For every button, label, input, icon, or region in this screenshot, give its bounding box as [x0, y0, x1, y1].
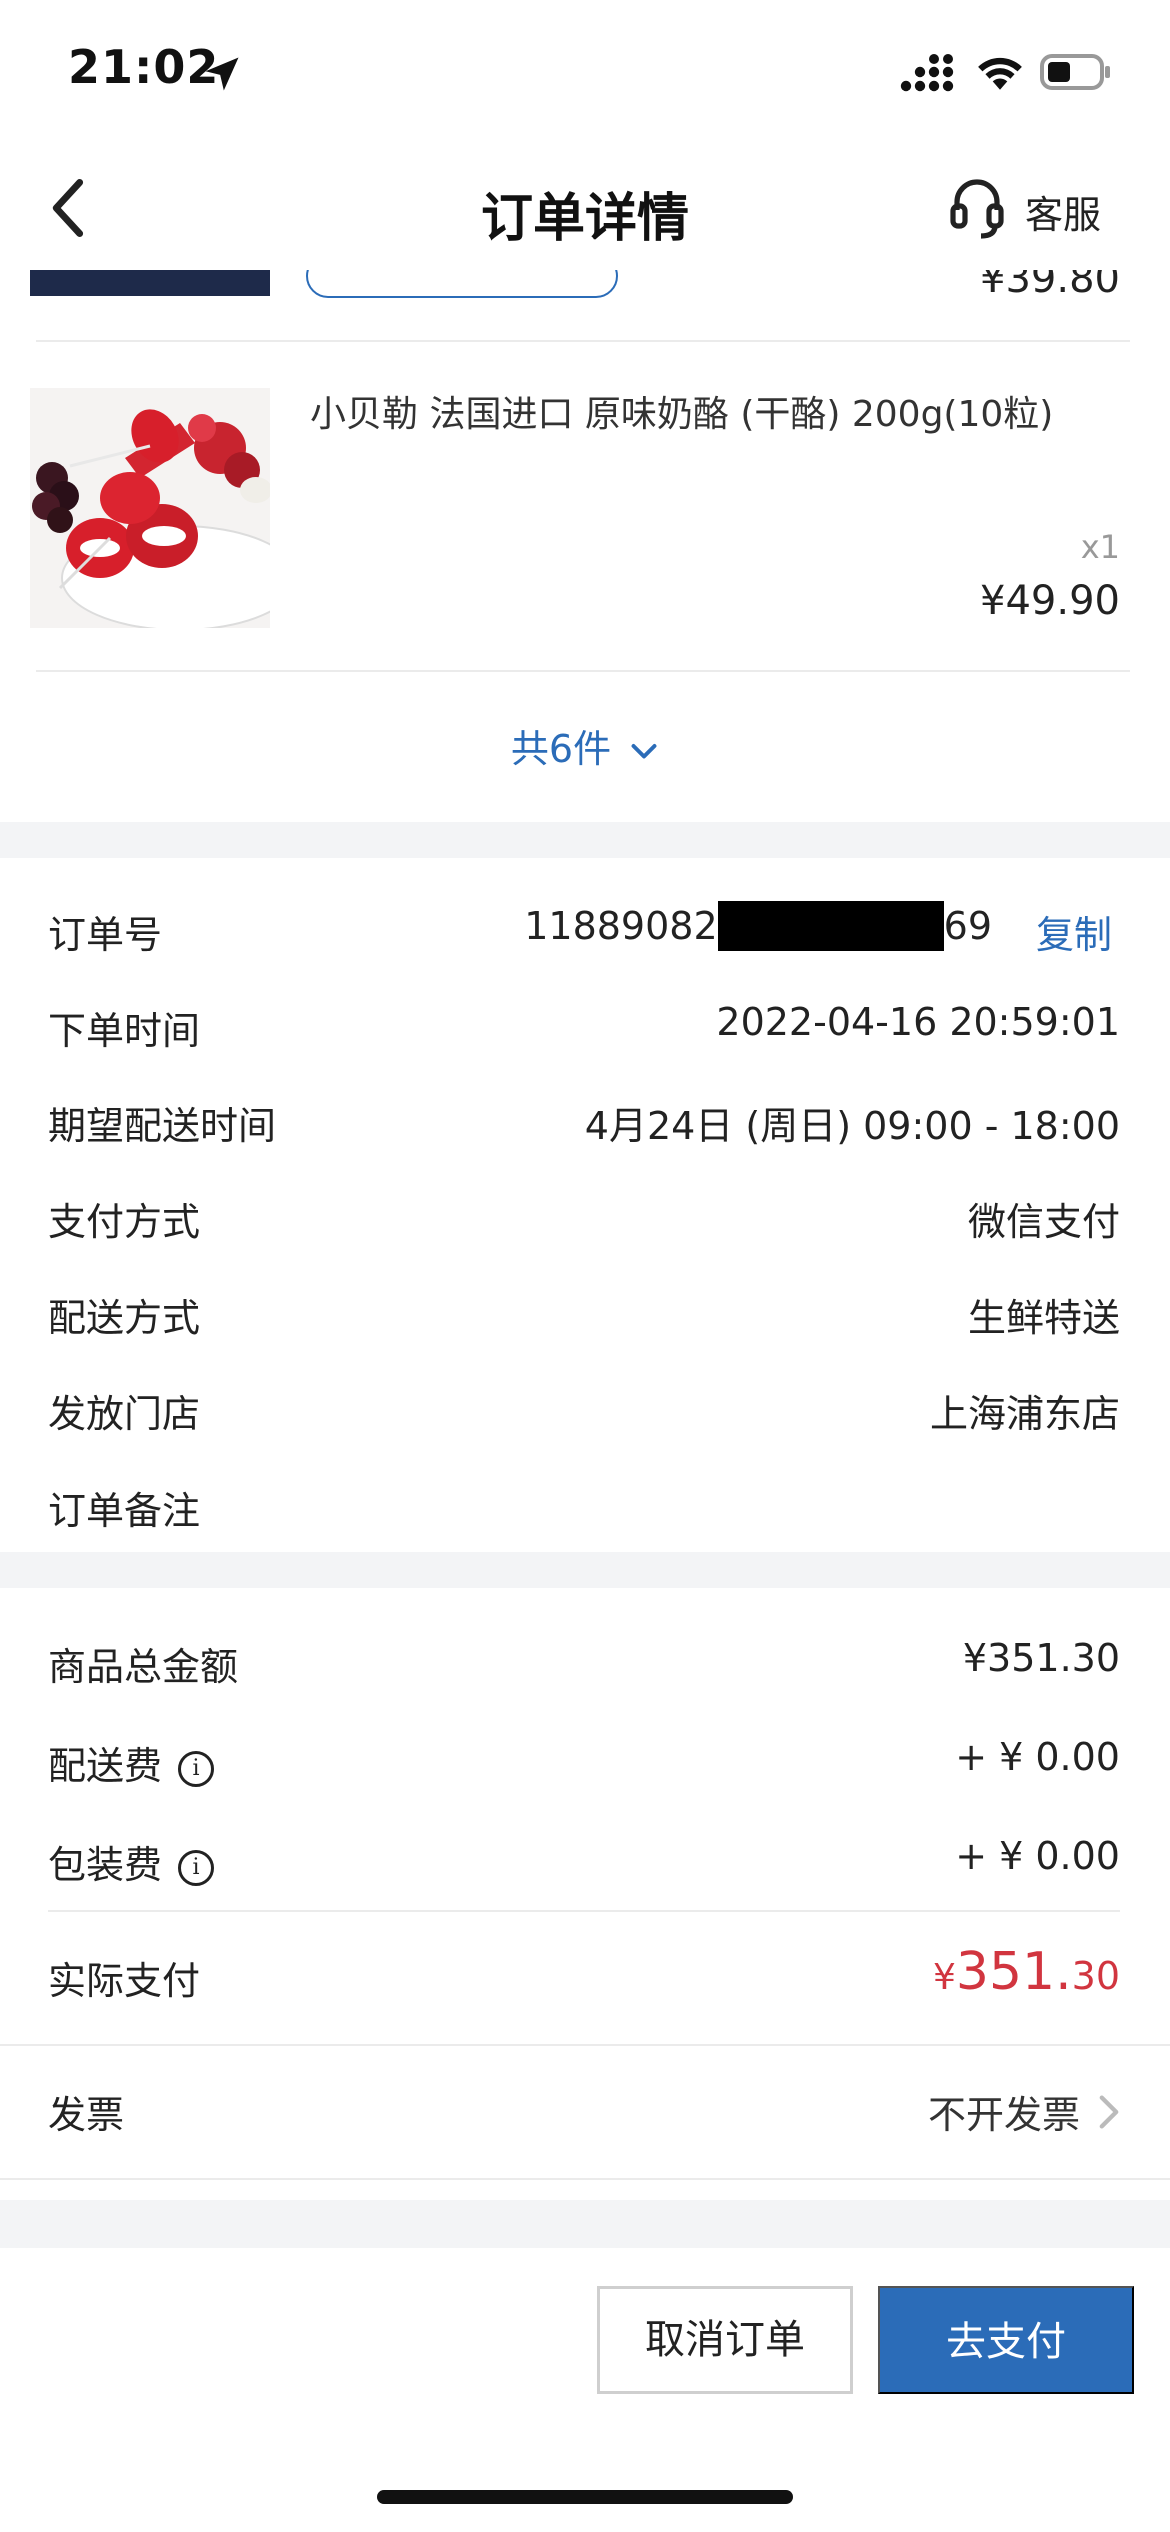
- expected-delivery-value: 4月24日 (周日) 09:00 - 18:00: [584, 1104, 1120, 1148]
- order-number-row: 订单号 11889082 69 复制: [0, 884, 1170, 974]
- order-number-value: 11889082 69: [524, 900, 992, 951]
- battery-icon: [1040, 54, 1110, 90]
- packing-fee-label: 包装费: [48, 1843, 163, 1887]
- order-time-value: 2022-04-16 20:59:01: [716, 1000, 1120, 1044]
- product-price: ¥49.90: [980, 578, 1120, 624]
- product-price: ¥39.80: [980, 270, 1120, 302]
- divider: [0, 2044, 1170, 2046]
- delivery-fee-row: 配送费 i + ¥ 0.00: [0, 1715, 1170, 1805]
- return-policy-badge: [306, 270, 618, 298]
- customer-service-label[interactable]: 客服: [1025, 184, 1101, 239]
- invoice-row[interactable]: 发票 不开发票: [0, 2064, 1170, 2154]
- headset-icon[interactable]: [948, 176, 1006, 240]
- cellular-signal-icon: [900, 54, 954, 92]
- section-separator: [0, 822, 1170, 858]
- order-number-suffix: 69: [943, 904, 992, 948]
- payment-method-row: 支付方式 微信支付: [0, 1171, 1170, 1261]
- invoice-label: 发票: [48, 2093, 125, 2137]
- amount-integer: 351.: [955, 1942, 1072, 2002]
- divider: [0, 2178, 1170, 2180]
- product-name: 小贝勒 法国进口 原味奶酪 (干酪) 200g(10粒): [310, 394, 1054, 435]
- redaction-mask: [717, 900, 944, 951]
- chevron-right-icon: [1099, 2095, 1119, 2129]
- order-remark-label: 订单备注: [48, 1489, 201, 1533]
- info-icon[interactable]: i: [178, 1750, 215, 1787]
- location-arrow-icon: [205, 57, 239, 91]
- bottom-action-bar: 取消订单 去支付: [0, 2248, 1170, 2532]
- product-quantity: x1: [1080, 528, 1120, 566]
- order-time-row: 下单时间 2022-04-16 20:59:01: [0, 980, 1170, 1070]
- store-value: 上海浦东店: [929, 1392, 1120, 1436]
- info-icon[interactable]: i: [178, 1849, 215, 1886]
- product-row[interactable]: 小贝勒 法国进口 原味奶酪 (干酪) 200g(10粒) x1 ¥49.90: [0, 342, 1170, 672]
- payment-method-label: 支付方式: [48, 1200, 201, 1244]
- payment-method-value: 微信支付: [967, 1200, 1120, 1244]
- order-number-prefix: 11889082: [524, 904, 718, 948]
- store-label: 发放门店: [48, 1392, 201, 1436]
- order-number-label: 订单号: [48, 913, 163, 957]
- cancel-order-button[interactable]: 取消订单: [597, 2286, 853, 2394]
- order-remark-row: 订单备注: [0, 1460, 1170, 1550]
- status-bar: 21:02: [0, 0, 1170, 140]
- section-separator: [0, 2200, 1170, 2248]
- pay-button[interactable]: 去支付: [878, 2286, 1134, 2394]
- partial-product-row: ¥39.80: [0, 270, 1170, 340]
- delivery-method-row: 配送方式 生鲜特送: [0, 1267, 1170, 1357]
- delivery-fee-value: + ¥ 0.00: [955, 1735, 1120, 1779]
- goods-total-value: ¥351.30: [962, 1636, 1120, 1680]
- packing-fee-row: 包装费 i + ¥ 0.00: [0, 1814, 1170, 1904]
- packing-fee-value: + ¥ 0.00: [955, 1834, 1120, 1878]
- delivery-method-label: 配送方式: [48, 1296, 201, 1340]
- divider: [48, 1910, 1120, 1912]
- delivery-method-value: 生鲜特送: [967, 1296, 1120, 1340]
- store-row: 发放门店 上海浦东店: [0, 1363, 1170, 1453]
- status-time: 21:02: [68, 40, 220, 94]
- order-time-label: 下单时间: [48, 1009, 201, 1053]
- delivery-fee-label: 配送费: [48, 1744, 163, 1788]
- cheese-product-illustration: [30, 388, 270, 628]
- items-count-label: 共6件: [510, 727, 612, 771]
- delivery-fee-label-group: 配送费 i: [48, 1735, 215, 1790]
- wifi-icon: [978, 57, 1022, 90]
- currency-symbol: ¥: [932, 1957, 956, 1998]
- nav-bar: 订单详情 客服: [0, 140, 1170, 270]
- expected-delivery-label: 期望配送时间: [48, 1104, 277, 1148]
- goods-total-label: 商品总金额: [48, 1645, 239, 1689]
- divider: [36, 670, 1130, 672]
- copy-button[interactable]: 复制: [1036, 904, 1112, 959]
- product-image: [30, 388, 270, 628]
- amount-decimal: 30: [1071, 1954, 1120, 1998]
- actual-payment-label: 实际支付: [48, 1959, 201, 2003]
- product-image: [30, 270, 270, 296]
- section-separator: [0, 1552, 1170, 1588]
- chevron-down-icon: [631, 743, 657, 758]
- home-indicator[interactable]: [377, 2490, 793, 2504]
- goods-total-row: 商品总金额 ¥351.30: [0, 1616, 1170, 1706]
- expand-items-toggle[interactable]: 共6件: [0, 718, 1170, 773]
- actual-payment-value: ¥351.30: [933, 1942, 1120, 2002]
- invoice-value: 不开发票: [927, 2093, 1080, 2137]
- expected-delivery-row: 期望配送时间 4月24日 (周日) 09:00 - 18:00: [0, 1075, 1170, 1165]
- packing-fee-label-group: 包装费 i: [48, 1834, 215, 1889]
- actual-payment-row: 实际支付 ¥351.30: [0, 1930, 1170, 2030]
